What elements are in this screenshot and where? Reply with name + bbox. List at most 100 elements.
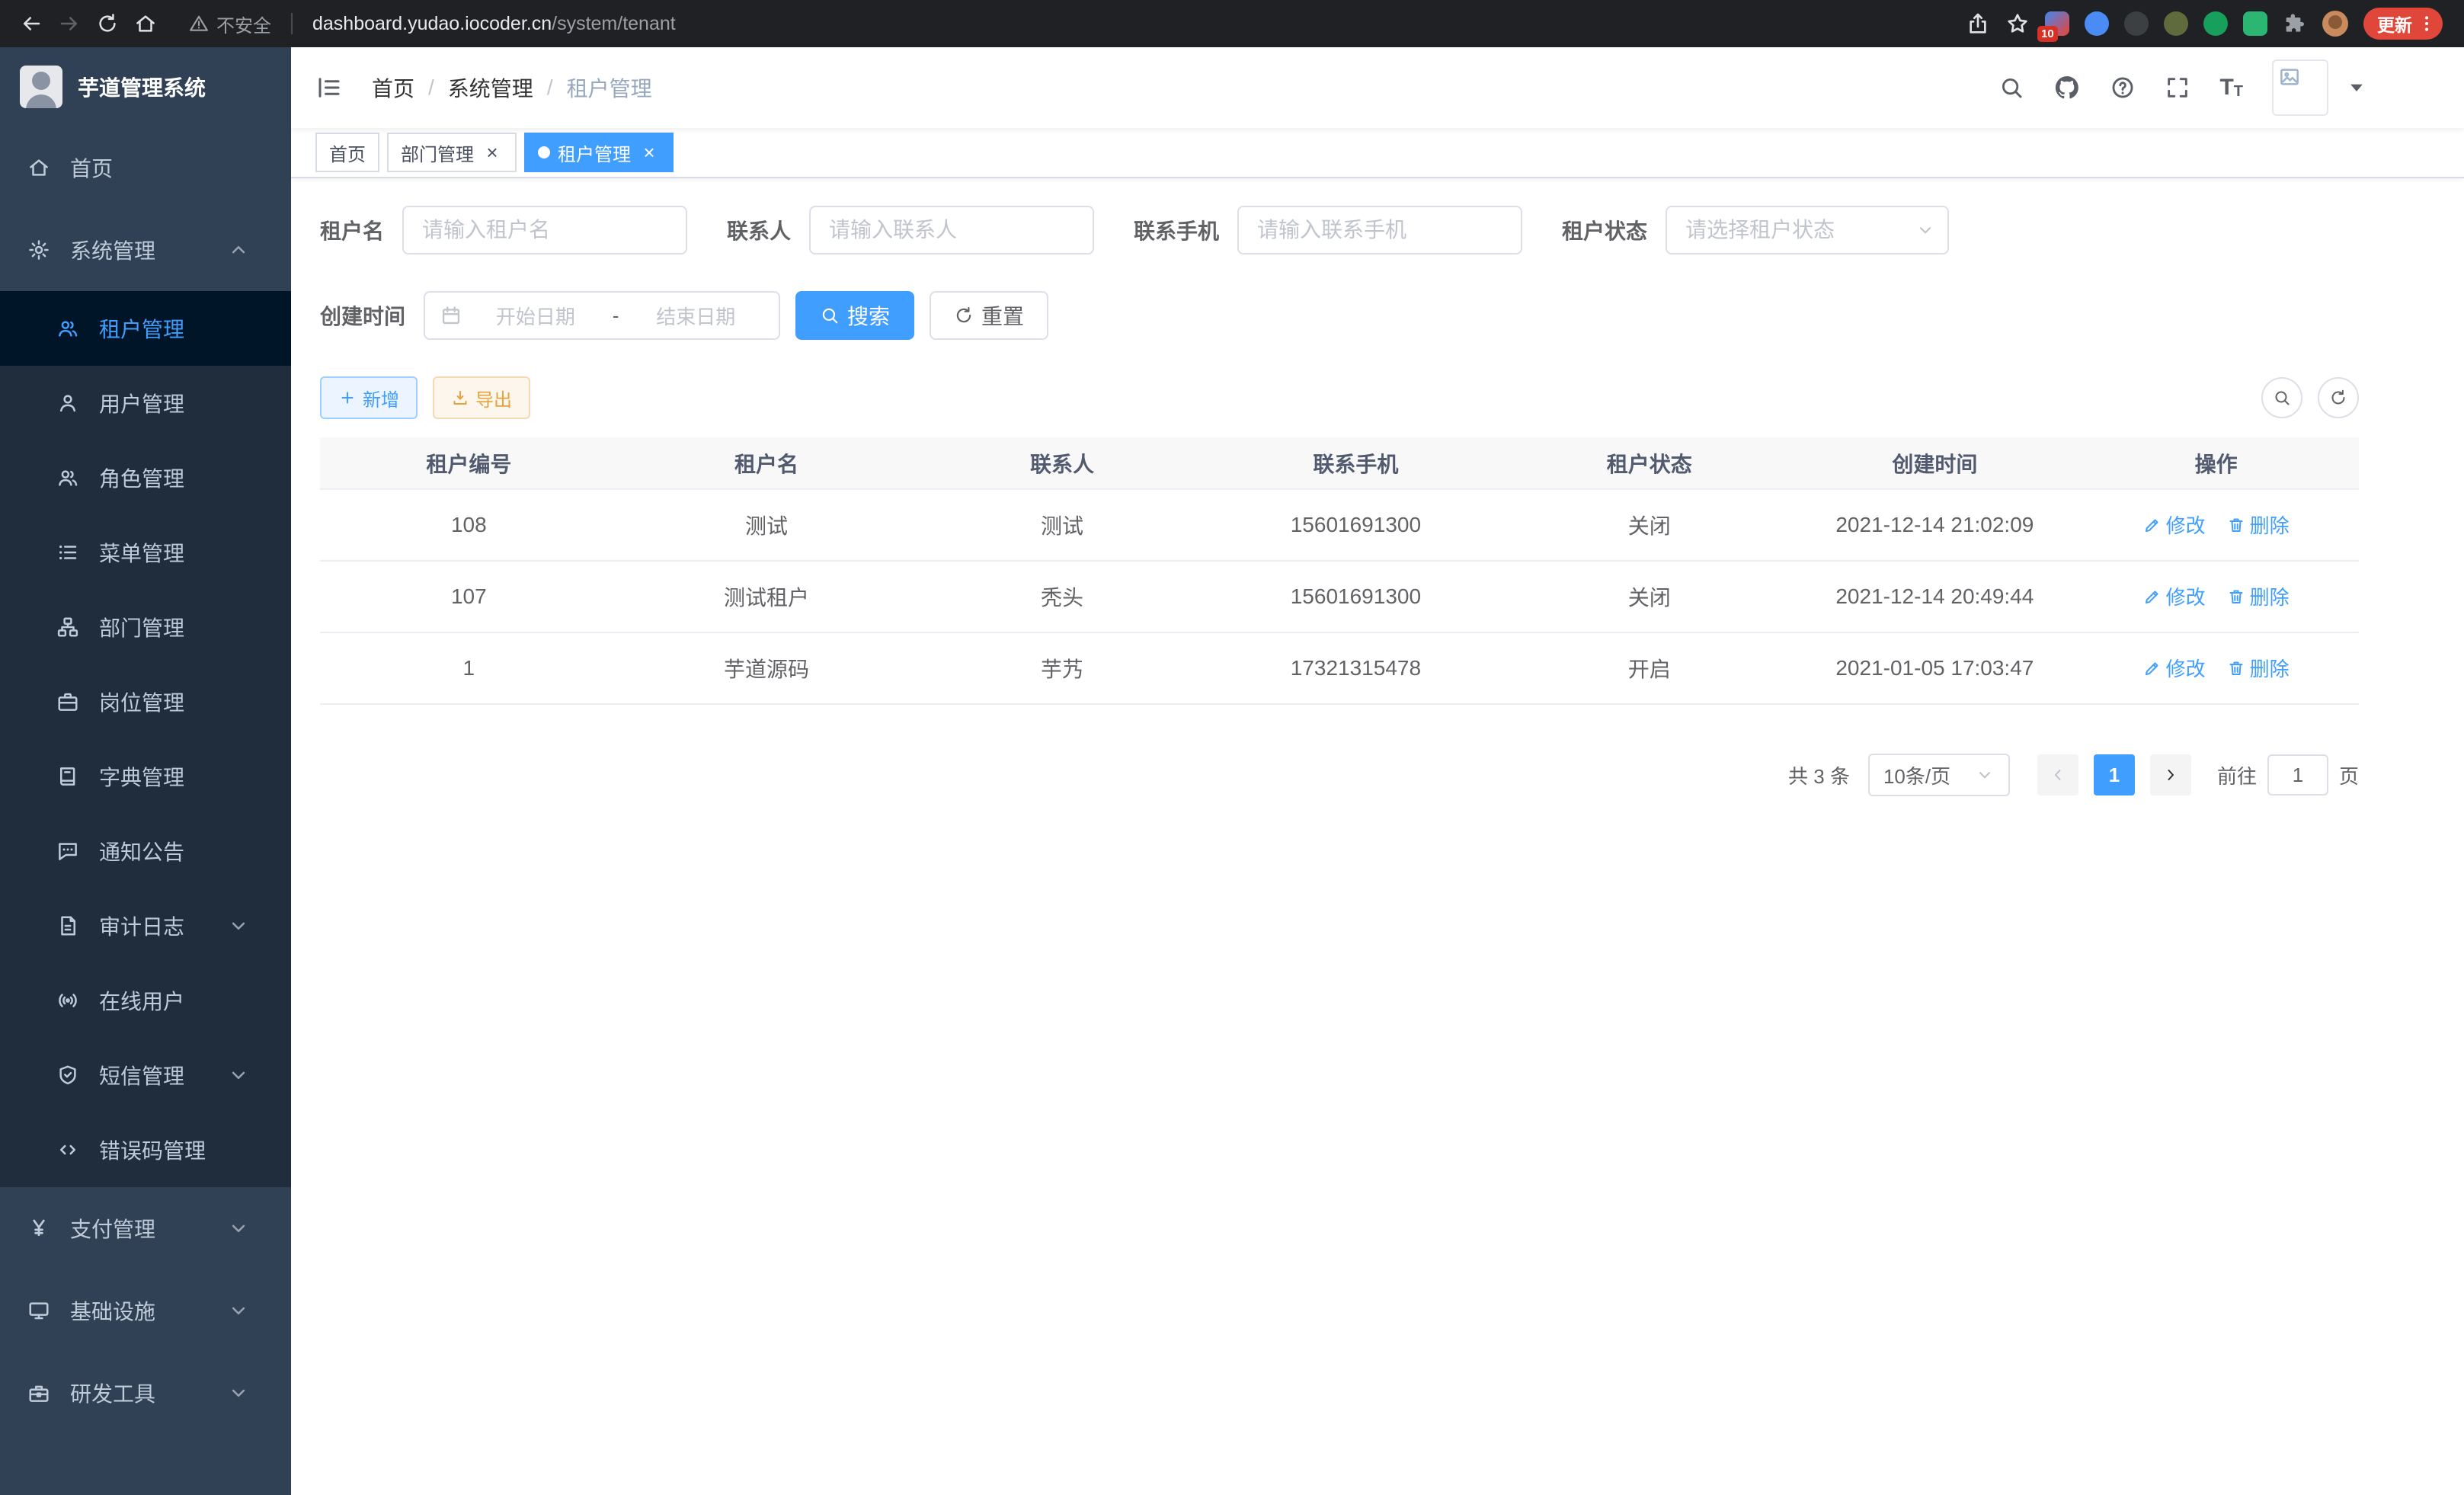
start-date-placeholder: 开始日期 [468,302,603,330]
contact-input[interactable] [809,206,1094,255]
topbar: 首页/系统管理/租户管理 TT [291,47,2464,128]
tool-icon [27,1381,50,1404]
table-row-1: 107测试租户秃头15601691300关闭2021-12-14 20:49:4… [320,561,2359,632]
sidebar-collapse-icon[interactable] [315,74,343,101]
extension-blue-icon[interactable] [2085,11,2109,36]
browser-profile-avatar[interactable] [2322,11,2348,37]
breadcrumb-item-1[interactable]: 系统管理 [448,72,533,103]
tab-1[interactable]: 部门管理× [387,133,517,172]
edit-link[interactable]: 修改 [2143,582,2206,610]
page-size-select[interactable]: 10条/页 [1868,754,2010,796]
page-1-button[interactable]: 1 [2094,754,2135,796]
gear-icon [27,238,50,261]
share-icon[interactable] [1966,11,1990,36]
extension-green-square-icon[interactable] [2243,11,2267,36]
app-logo[interactable]: 芋道管理系统 [0,47,291,126]
font-size-icon[interactable]: TT [2219,76,2243,99]
sidebar-item-4[interactable]: 角色管理 [0,440,291,515]
trash-icon [2227,587,2245,606]
extension-olive-icon[interactable] [2164,11,2188,36]
cell-tenant-name: 芋道源码 [618,632,916,704]
chevron-down-icon [227,1217,250,1240]
tab-0[interactable]: 首页 [315,133,379,172]
goto-label: 前往 [2217,761,2257,789]
export-button[interactable]: 导出 [433,376,530,419]
sidebar-item-label: 错误码管理 [99,1135,206,1165]
chevron-down-icon [227,1064,250,1087]
tab-close-icon[interactable]: × [482,142,503,163]
extension-green-circle-icon[interactable] [2203,11,2228,36]
tab-close-icon[interactable]: × [638,142,660,163]
status-select-input[interactable] [1666,206,1949,255]
reset-refresh-icon [954,306,974,325]
extensions-puzzle-icon[interactable] [2283,11,2307,36]
sidebar-item-10[interactable]: 审计日志 [0,888,291,963]
sidebar-item-11[interactable]: 在线用户 [0,963,291,1038]
extension-dark-icon[interactable] [2124,11,2149,36]
cell-contact: 测试 [915,489,1208,561]
search-button[interactable]: 搜索 [795,291,914,340]
browser-back-icon[interactable] [12,5,50,43]
status-select[interactable] [1666,206,1949,255]
phone-input[interactable] [1237,206,1522,255]
reset-button[interactable]: 重置 [930,291,1048,340]
sidebar-item-7[interactable]: 岗位管理 [0,664,291,739]
delete-link[interactable]: 删除 [2227,582,2290,610]
chrome-update-button[interactable]: 更新 [2363,8,2443,40]
browser-forward-icon[interactable] [50,5,88,43]
sidebar-item-label: 角色管理 [99,463,184,493]
chevron-down-icon [227,1381,250,1404]
tab-2[interactable]: 租户管理× [524,133,674,172]
sidebar-item-1[interactable]: 系统管理 [0,209,291,291]
header-search-icon[interactable] [1998,75,2024,101]
sidebar-item-8[interactable]: 字典管理 [0,739,291,814]
bookmark-star-icon[interactable] [2005,11,2030,36]
sidebar-item-label: 基础设施 [70,1295,155,1326]
sidebar-item-label: 支付管理 [70,1213,155,1244]
edit-link[interactable]: 修改 [2143,511,2206,539]
filter-status: 租户状态 [1562,206,1949,255]
prev-page-button[interactable] [2037,754,2078,796]
sidebar-item-15[interactable]: 基础设施 [0,1269,291,1352]
sidebar-item-13[interactable]: 错误码管理 [0,1112,291,1187]
security-warning[interactable]: 不安全 [189,11,271,37]
breadcrumb: 首页/系统管理/租户管理 [372,72,652,103]
calendar-icon [440,305,462,326]
breadcrumb-item-0[interactable]: 首页 [372,72,414,103]
sidebar-item-12[interactable]: 短信管理 [0,1038,291,1112]
home-icon [27,156,50,179]
sidebar-item-5[interactable]: 菜单管理 [0,515,291,590]
github-icon[interactable] [2053,74,2081,101]
sidebar-item-6[interactable]: 部门管理 [0,590,291,664]
browser-home-icon[interactable] [126,5,165,43]
sidebar-item-2[interactable]: 租户管理 [0,291,291,366]
app-title: 芋道管理系统 [78,72,206,102]
active-tab-dot [538,146,550,158]
date-separator: - [610,304,622,328]
toggle-search-button[interactable] [2261,377,2302,418]
next-page-button[interactable] [2150,754,2191,796]
delete-link[interactable]: 删除 [2227,511,2290,539]
fullscreen-icon[interactable] [2165,75,2190,101]
sidebar-item-16[interactable]: 研发工具 [0,1352,291,1434]
add-button[interactable]: 新增 [320,376,418,419]
edit-link[interactable]: 修改 [2143,654,2206,682]
cell-contact: 芋艿 [915,632,1208,704]
address-bar[interactable]: 不安全 dashboard.yudao.iocoder.cn/system/te… [189,11,676,37]
extension-grid-icon[interactable]: 10 [2045,11,2069,36]
sidebar-item-0[interactable]: 首页 [0,126,291,209]
sidebar-item-9[interactable]: 通知公告 [0,814,291,888]
sidebar-item-14[interactable]: 支付管理 [0,1187,291,1269]
user-avatar[interactable] [2272,59,2328,116]
sidebar-item-3[interactable]: 用户管理 [0,366,291,440]
help-icon[interactable] [2110,75,2136,101]
caret-down-icon[interactable] [2344,75,2370,101]
goto-page-input[interactable] [2267,754,2328,796]
refresh-table-button[interactable] [2318,377,2359,418]
browser-reload-icon[interactable] [88,5,126,43]
url-host: dashboard.yudao.iocoder.cn [312,13,552,34]
tenant-name-input[interactable] [402,206,687,255]
sidebar-item-label: 通知公告 [99,836,184,866]
date-range-picker[interactable]: 开始日期 - 结束日期 [424,291,780,340]
delete-link[interactable]: 删除 [2227,654,2290,682]
